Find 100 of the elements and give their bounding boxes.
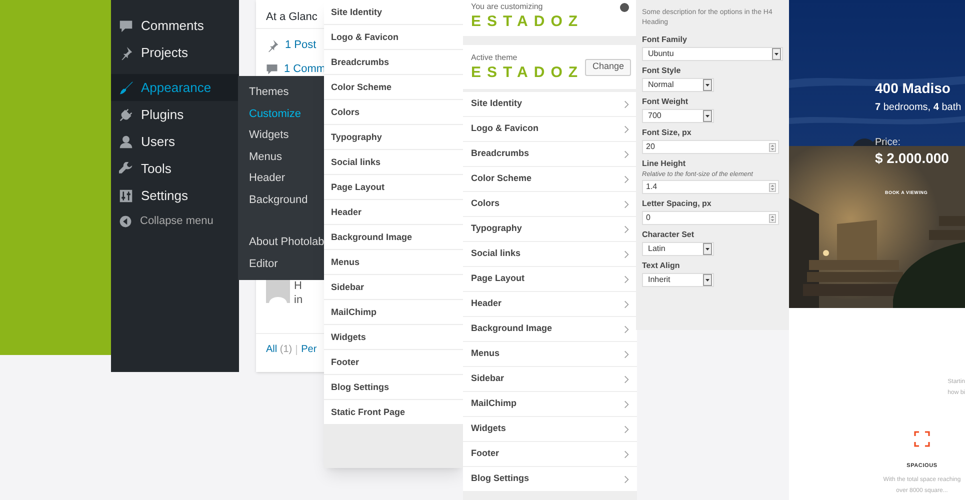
section-item[interactable]: Footer [324, 350, 464, 374]
chevron-right-icon [624, 424, 629, 434]
select-field[interactable]: Ubuntu [642, 47, 783, 61]
section-item[interactable]: Site Identity [324, 0, 464, 24]
number-field[interactable]: 20 [642, 140, 779, 154]
section-item[interactable]: Breadcrumbs [324, 50, 464, 74]
select-field[interactable]: 700 [642, 109, 714, 123]
section-item[interactable]: Logo & Favicon [463, 117, 637, 141]
field-label: Font Style [642, 65, 682, 77]
submenu-item[interactable]: Widgets [238, 125, 325, 146]
menu-item[interactable]: Appearance [111, 74, 239, 101]
submenu-item[interactable]: Editor [238, 254, 325, 275]
section-item[interactable]: Blog Settings [463, 467, 637, 491]
section-item[interactable]: Sidebar [463, 367, 637, 391]
help-icon[interactable] [620, 2, 629, 12]
section-item[interactable]: Widgets [463, 417, 637, 441]
collapse-icon [119, 214, 132, 228]
spinner-icon [769, 214, 776, 222]
wrench-icon [119, 162, 133, 176]
section-item[interactable]: Color Scheme [463, 167, 637, 191]
field-label: Font Family [642, 34, 688, 46]
menu-item[interactable]: Settings [111, 182, 239, 209]
submenu-item[interactable]: Background [238, 190, 325, 211]
price-label: Price: [875, 136, 902, 150]
section-item[interactable]: Menus [324, 250, 464, 274]
select-field[interactable]: Inherit [642, 273, 714, 287]
spinner-icon [769, 182, 776, 192]
chevron-right-icon [624, 400, 629, 408]
submenu-item[interactable]: Themes [238, 82, 325, 104]
plug-icon [119, 108, 133, 122]
section-item[interactable]: Menus [463, 342, 637, 366]
chevron-right-icon [624, 300, 629, 308]
section-item[interactable]: Colors [463, 192, 637, 216]
chevron-right-icon [624, 350, 629, 358]
section-item[interactable]: Page Layout [324, 175, 464, 199]
paintbrush-icon [119, 80, 133, 94]
chevron-right-icon [624, 374, 629, 384]
section-item[interactable]: Static Front Page [324, 400, 464, 424]
section-item[interactable]: Colors [324, 100, 464, 124]
speech-bubble-icon [266, 63, 278, 75]
section-item[interactable]: Typography [324, 125, 464, 149]
avatar-icon [266, 279, 290, 303]
section-item[interactable]: Typography [463, 217, 637, 241]
menu-item[interactable]: Projects [111, 39, 239, 66]
submenu-item[interactable]: Menus [238, 146, 325, 168]
filter-link[interactable]: Per [301, 342, 317, 357]
section-item[interactable]: Sidebar [324, 275, 464, 299]
select-field[interactable]: Normal [642, 78, 714, 92]
section-item[interactable]: Page Layout [463, 267, 637, 291]
field-label: Letter Spacing, px [642, 198, 712, 210]
chevron-right-icon [624, 174, 629, 184]
section-item[interactable]: Background Image [463, 317, 637, 341]
section-item[interactable]: Widgets [324, 325, 464, 349]
chevron-right-icon [624, 124, 629, 134]
section-item[interactable]: Header [324, 200, 464, 224]
chevron-right-icon [624, 250, 629, 258]
menu-item[interactable]: Plugins [111, 101, 239, 128]
section-item[interactable]: Blog Settings [324, 375, 464, 399]
change-button[interactable]: Change [585, 58, 631, 76]
price-text: $ 2.000.000 [875, 150, 950, 166]
speech-bubble-icon [119, 18, 133, 32]
submenu-item[interactable]: About Photolab [238, 232, 325, 254]
section-item[interactable]: Social links [463, 242, 637, 266]
select-field[interactable]: Latin [642, 242, 714, 256]
section-item[interactable]: Breadcrumbs [463, 142, 637, 166]
sliders-icon [119, 188, 133, 202]
section-item[interactable]: Color Scheme [324, 75, 464, 99]
pin-icon [119, 46, 133, 60]
section-item[interactable]: MailChimp [463, 392, 637, 416]
theme-name: ESTADOZ [471, 64, 584, 82]
filter-link[interactable]: All (1) [266, 342, 292, 357]
menu-item[interactable]: Tools [111, 155, 239, 182]
pin-icon [266, 38, 279, 52]
field-label: Character Set [642, 229, 696, 241]
section-item[interactable]: Background Image [324, 225, 464, 249]
section-item[interactable]: Site Identity [463, 92, 637, 116]
expand-icon [914, 431, 930, 447]
submenu-item[interactable]: Header [238, 168, 325, 190]
section-item[interactable]: Header [463, 292, 637, 316]
stat-link[interactable]: 1 Post [285, 36, 316, 54]
chevron-right-icon [624, 224, 629, 234]
section-item[interactable]: Social links [324, 150, 464, 174]
comment-text: H [294, 279, 303, 293]
section-item[interactable]: Logo & Favicon [324, 25, 464, 49]
chevron-right-icon [624, 274, 629, 284]
field-label: Line Height [642, 158, 687, 170]
customizing-label: You are customizing [471, 1, 543, 13]
number-field[interactable]: 0 [642, 211, 779, 225]
menu-item[interactable]: Comments [111, 12, 239, 39]
menu-item[interactable]: Users [111, 128, 239, 155]
number-field[interactable]: 1.4 [642, 180, 779, 194]
section-item[interactable]: Footer [463, 442, 637, 466]
chevron-right-icon [624, 150, 629, 158]
field-label: Font Weight [642, 96, 690, 108]
section-item[interactable]: MailChimp [324, 300, 464, 324]
submenu-item[interactable]: Customize [238, 104, 325, 125]
collapse-menu-button[interactable]: Collapse menu [111, 209, 239, 233]
field-label: Font Size, px [642, 127, 692, 139]
person-icon [119, 134, 133, 148]
spinner-icon [769, 142, 776, 152]
